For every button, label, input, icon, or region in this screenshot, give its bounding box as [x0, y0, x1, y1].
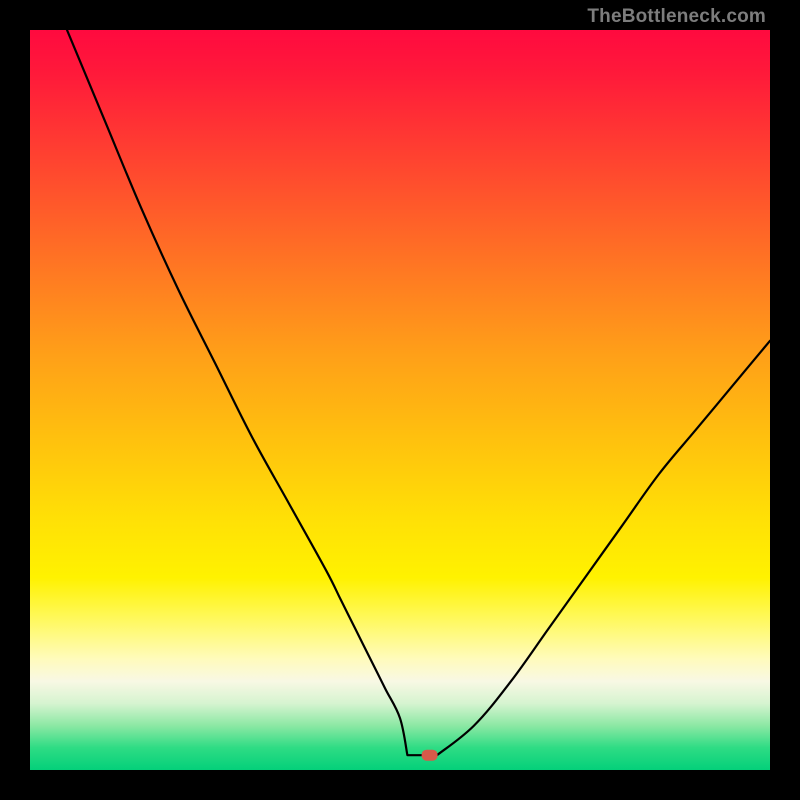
- curve-svg: [30, 30, 770, 770]
- bottleneck-curve: [67, 30, 770, 758]
- plot-area: [30, 30, 770, 770]
- optimal-marker: [422, 750, 438, 761]
- chart-container: TheBottleneck.com: [0, 0, 800, 800]
- watermark-text: TheBottleneck.com: [587, 6, 766, 28]
